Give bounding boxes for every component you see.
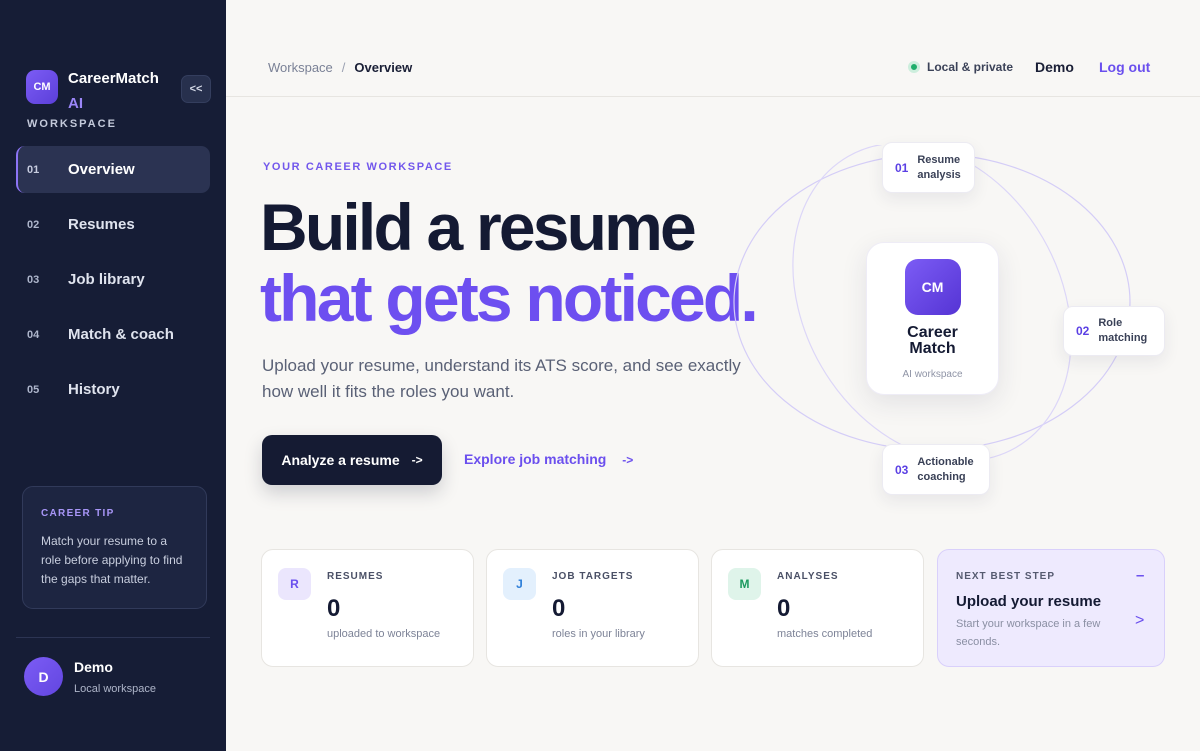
breadcrumb-separator: / (341, 60, 346, 75)
step-label-line1: Role (1098, 317, 1123, 329)
center-title-line2: Match (909, 340, 956, 357)
arrow-right-icon: -> (411, 453, 423, 467)
breadcrumb-workspace[interactable]: Workspace (268, 60, 333, 75)
top-user-name[interactable]: Demo (1035, 59, 1074, 75)
status-text: Local & private (927, 60, 1014, 74)
stat-label: ANALYSES (777, 571, 839, 582)
stat-card-job-targets[interactable]: J JOB TARGETS 0 roles in your library (486, 549, 699, 667)
center-logo: CM (904, 259, 961, 315)
step-label: Resume analysis (917, 153, 960, 183)
sidebar-nav: 01 Overview 02 Resumes 03 Job library 04… (16, 146, 210, 421)
stat-card-analyses[interactable]: M ANALYSES 0 matches completed (711, 549, 924, 667)
career-tip-title: CAREER TIP (41, 508, 115, 519)
step-number: 03 (895, 462, 909, 477)
user-workspace: Local workspace (74, 683, 156, 695)
collapse-sidebar-button[interactable]: << (181, 75, 211, 103)
user-name: Demo (74, 659, 113, 675)
sidebar-divider (16, 637, 210, 638)
step-resume-analysis: 01 Resume analysis (882, 142, 975, 193)
job-targets-icon: J (503, 568, 536, 600)
next-step-title: Upload your resume (956, 593, 1102, 610)
center-title-line1: Career (907, 324, 958, 341)
minimize-icon[interactable]: – (1136, 567, 1144, 584)
nav-label: History (68, 381, 120, 398)
step-label-line2: matching (1098, 332, 1148, 344)
sidebar-item-overview[interactable]: 01 Overview (16, 146, 210, 193)
step-label-line1: Actionable (917, 455, 974, 468)
step-label-line1: Resume (917, 153, 961, 166)
step-label: Role matching (1098, 316, 1147, 346)
avatar: D (24, 657, 63, 696)
stat-label: JOB TARGETS (552, 571, 634, 582)
nav-label: Match & coach (68, 326, 174, 343)
next-step-label: NEXT BEST STEP (956, 571, 1056, 582)
sidebar-item-resumes[interactable]: 02 Resumes (16, 201, 210, 248)
resumes-icon: R (278, 568, 311, 600)
nav-label: Job library (68, 271, 145, 288)
top-bar: Workspace / Overview Local & private Demo … (226, 0, 1200, 97)
nav-number: 02 (27, 218, 40, 231)
stat-subtitle: matches completed (777, 628, 873, 640)
next-step-subtitle: Start your workspace in a few seconds. (956, 618, 1101, 648)
stat-subtitle: uploaded to workspace (327, 628, 441, 640)
hero-eyebrow: YOUR CAREER WORKSPACE (263, 161, 453, 173)
hero-lead: Upload your resume, understand its ATS s… (262, 356, 741, 401)
step-label-line2: analysis (917, 168, 961, 181)
stat-card-resumes[interactable]: R RESUMES 0 uploaded to workspace (261, 549, 474, 667)
next-best-step-card[interactable]: NEXT BEST STEP – Upload your resume Star… (937, 549, 1165, 667)
nav-number: 04 (27, 328, 40, 341)
hero-title-line1: Build a resume (260, 190, 697, 264)
careermatch-center-card: CM Career Match AI workspace (866, 242, 999, 395)
user-profile[interactable]: D Demo Local workspace (24, 657, 156, 696)
explore-job-matching-label: Explore job matching (464, 451, 607, 467)
hero-title-line2: that gets noticed. (260, 261, 759, 335)
brand-logo: CM (26, 70, 58, 104)
analyze-resume-label: Analyze a resume (281, 452, 400, 468)
arrow-right-icon: -> (622, 453, 634, 467)
hero-title: Build a resume that gets noticed. (260, 190, 759, 335)
sidebar: CM CareerMatch AI << WORKSPACE 01 Overvi… (0, 0, 226, 751)
nav-label: Resumes (68, 216, 135, 233)
nav-number: 03 (27, 273, 40, 286)
brand-suffix: AI (68, 95, 83, 112)
breadcrumb-current: Overview (354, 60, 413, 75)
privacy-status: Local & private (908, 60, 1013, 74)
breadcrumb: Workspace / Overview (268, 60, 412, 75)
center-subtitle: AI workspace (902, 369, 963, 380)
step-number: 02 (1076, 324, 1090, 338)
stat-value: 0 (327, 595, 341, 622)
step-role-matching: 02 Role matching (1063, 306, 1165, 356)
logout-link[interactable]: Log out (1099, 59, 1150, 75)
step-label: Actionable coaching (917, 455, 973, 485)
stat-label: RESUMES (327, 571, 384, 582)
career-tip-text: Match your resume to a role before apply… (41, 534, 183, 586)
analyses-icon: M (728, 568, 761, 600)
analyze-resume-button[interactable]: Analyze a resume -> (262, 435, 442, 485)
brand[interactable]: CM CareerMatch AI (26, 70, 159, 116)
nav-number: 01 (27, 163, 40, 176)
chevron-right-icon[interactable]: > (1135, 612, 1144, 630)
center-title: Career Match (867, 325, 998, 357)
sidebar-item-job-library[interactable]: 03 Job library (16, 256, 210, 303)
sidebar-item-history[interactable]: 05 History (16, 366, 210, 413)
sidebar-item-match-coach[interactable]: 04 Match & coach (16, 311, 210, 358)
nav-label: Overview (68, 161, 135, 178)
step-number: 01 (895, 160, 909, 175)
brand-name: CareerMatch (68, 70, 159, 87)
stat-subtitle: roles in your library (552, 628, 645, 640)
step-label-line2: coaching (917, 470, 966, 483)
explore-job-matching-link[interactable]: Explore job matching -> (464, 451, 633, 467)
career-tip-card: CAREER TIP Match your resume to a role b… (22, 486, 207, 609)
status-dot-icon (908, 61, 920, 73)
step-actionable-coaching: 03 Actionable coaching (882, 444, 990, 495)
workspace-section-label: WORKSPACE (27, 118, 117, 130)
nav-number: 05 (27, 383, 40, 396)
stat-value: 0 (552, 595, 566, 622)
stat-value: 0 (777, 595, 791, 622)
